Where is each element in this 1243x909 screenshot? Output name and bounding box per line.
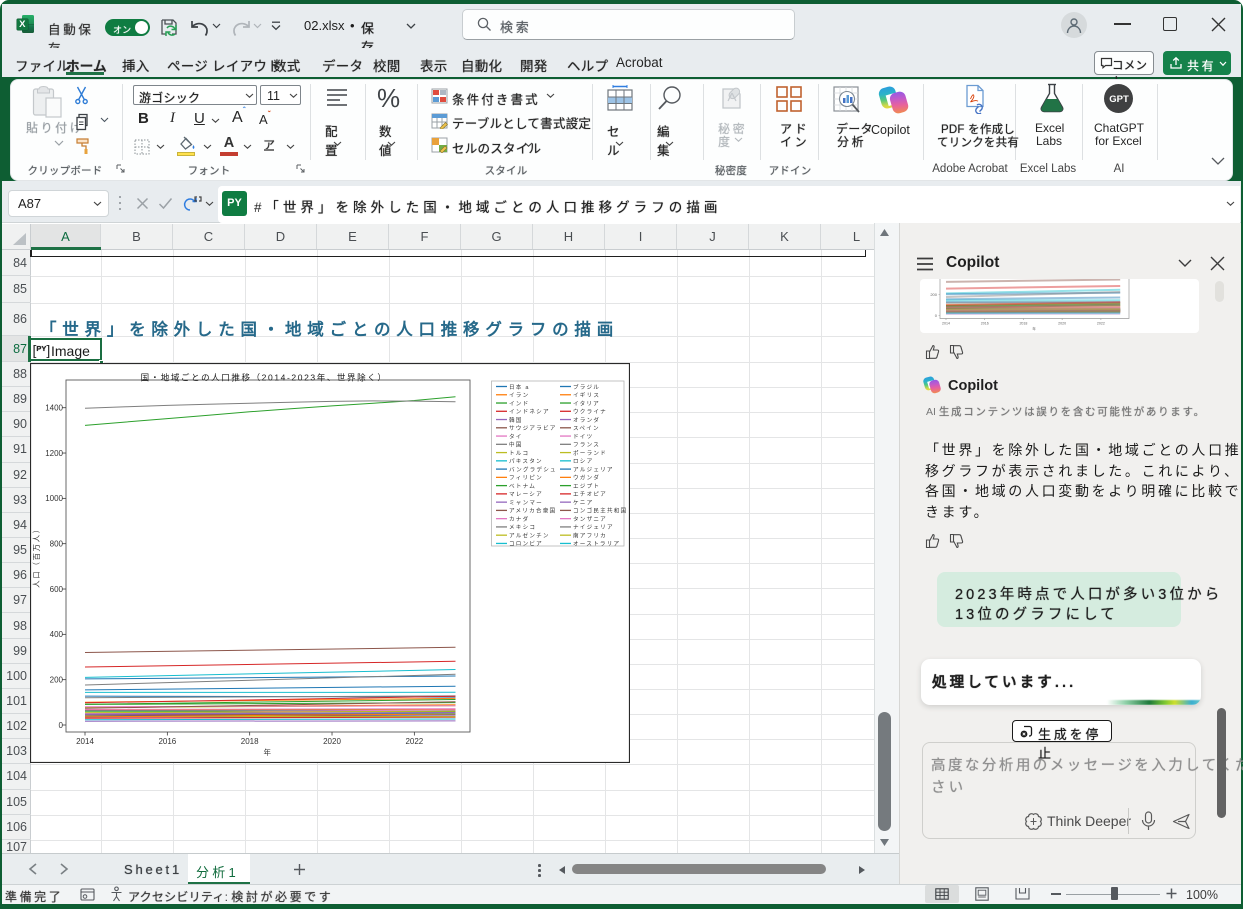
svg-text:国・地域ごとの人口推移（2014-2023年、世界除く）: 国・地域ごとの人口推移（2014-2023年、世界除く） (141, 373, 388, 383)
svg-text:ベトナム: ベトナム (509, 483, 536, 490)
svg-text:ブラジル: ブラジル (573, 383, 600, 391)
svg-text:コンゴ民主共和国: コンゴ民主共和国 (573, 507, 627, 515)
svg-text:2014: 2014 (76, 737, 94, 746)
svg-text:バングラデシュ: バングラデシュ (509, 465, 557, 473)
svg-text:イタリア: イタリア (573, 399, 600, 407)
svg-text:マレーシア: マレーシア (509, 491, 543, 498)
svg-text:1000: 1000 (45, 494, 63, 503)
svg-text:アルジェリア: アルジェリア (573, 466, 614, 473)
svg-text:2020: 2020 (323, 737, 341, 746)
svg-text:コロンビア: コロンビア (509, 540, 543, 548)
svg-text:アメリカ合衆国: アメリカ合衆国 (509, 507, 556, 515)
svg-text:2014: 2014 (942, 322, 950, 326)
svg-text:スペイン: スペイン (573, 425, 600, 432)
svg-text:1200: 1200 (45, 449, 63, 458)
svg-text:イギリス: イギリス (573, 392, 600, 399)
svg-text:カナダ: カナダ (509, 515, 529, 523)
svg-text:オーストラリア: オーストラリア (573, 541, 620, 548)
svg-text:オランダ: オランダ (573, 416, 600, 424)
svg-text:2016: 2016 (158, 737, 176, 746)
svg-text:2018: 2018 (1019, 322, 1027, 326)
svg-text:タンザニア: タンザニア (573, 515, 607, 523)
svg-text:ウクライナ: ウクライナ (573, 408, 607, 416)
svg-text:200: 200 (50, 675, 64, 684)
svg-text:中国: 中国 (509, 441, 523, 449)
svg-text:ロシア: ロシア (573, 458, 593, 465)
svg-text:0: 0 (59, 721, 64, 730)
svg-text:2016: 2016 (981, 322, 989, 326)
svg-text:トルコ: トルコ (509, 450, 529, 457)
svg-text:パキスタン: パキスタン (509, 457, 543, 465)
svg-text:ケニア: ケニア (573, 499, 593, 506)
svg-text:200: 200 (930, 292, 937, 297)
svg-text:2020: 2020 (1058, 322, 1066, 326)
svg-text:サウジアラビア: サウジアラビア (509, 424, 557, 432)
svg-text:1400: 1400 (45, 404, 63, 413)
svg-text:年: 年 (263, 747, 272, 757)
svg-text:メキシコ: メキシコ (509, 524, 536, 531)
svg-text:フィリピン: フィリピン (509, 475, 543, 482)
svg-text:ウガンダ: ウガンダ (573, 474, 600, 482)
svg-text:フランス: フランス (573, 442, 600, 449)
svg-text:韓国: 韓国 (509, 416, 523, 424)
svg-text:2022: 2022 (1097, 322, 1105, 326)
svg-text:インドネシア: インドネシア (509, 409, 550, 416)
svg-text:タイ: タイ (509, 432, 523, 440)
svg-text:日本 a: 日本 a (509, 383, 530, 391)
svg-text:年: 年 (1032, 326, 1036, 331)
svg-text:ミャンマー: ミャンマー (509, 499, 543, 506)
svg-text:2022: 2022 (405, 737, 423, 746)
svg-text:ドイツ: ドイツ (573, 434, 593, 440)
svg-text:エチオピア: エチオピア (573, 491, 607, 498)
svg-text:インド: インド (509, 401, 529, 407)
svg-text:400: 400 (50, 630, 64, 639)
svg-text:エジプト: エジプト (573, 483, 600, 490)
svg-text:イラン: イラン (509, 392, 529, 399)
svg-text:アルゼンチン: アルゼンチン (509, 531, 550, 539)
svg-text:0: 0 (935, 313, 938, 318)
svg-text:南アフリカ: 南アフリカ (573, 531, 607, 539)
svg-text:800: 800 (50, 539, 64, 548)
svg-text:2018: 2018 (241, 737, 259, 746)
svg-text:ナイジェリア: ナイジェリア (573, 524, 614, 531)
svg-text:600: 600 (50, 585, 64, 594)
svg-text:人口（百万人）: 人口（百万人） (32, 524, 41, 588)
svg-text:ポーランド: ポーランド (573, 449, 607, 457)
